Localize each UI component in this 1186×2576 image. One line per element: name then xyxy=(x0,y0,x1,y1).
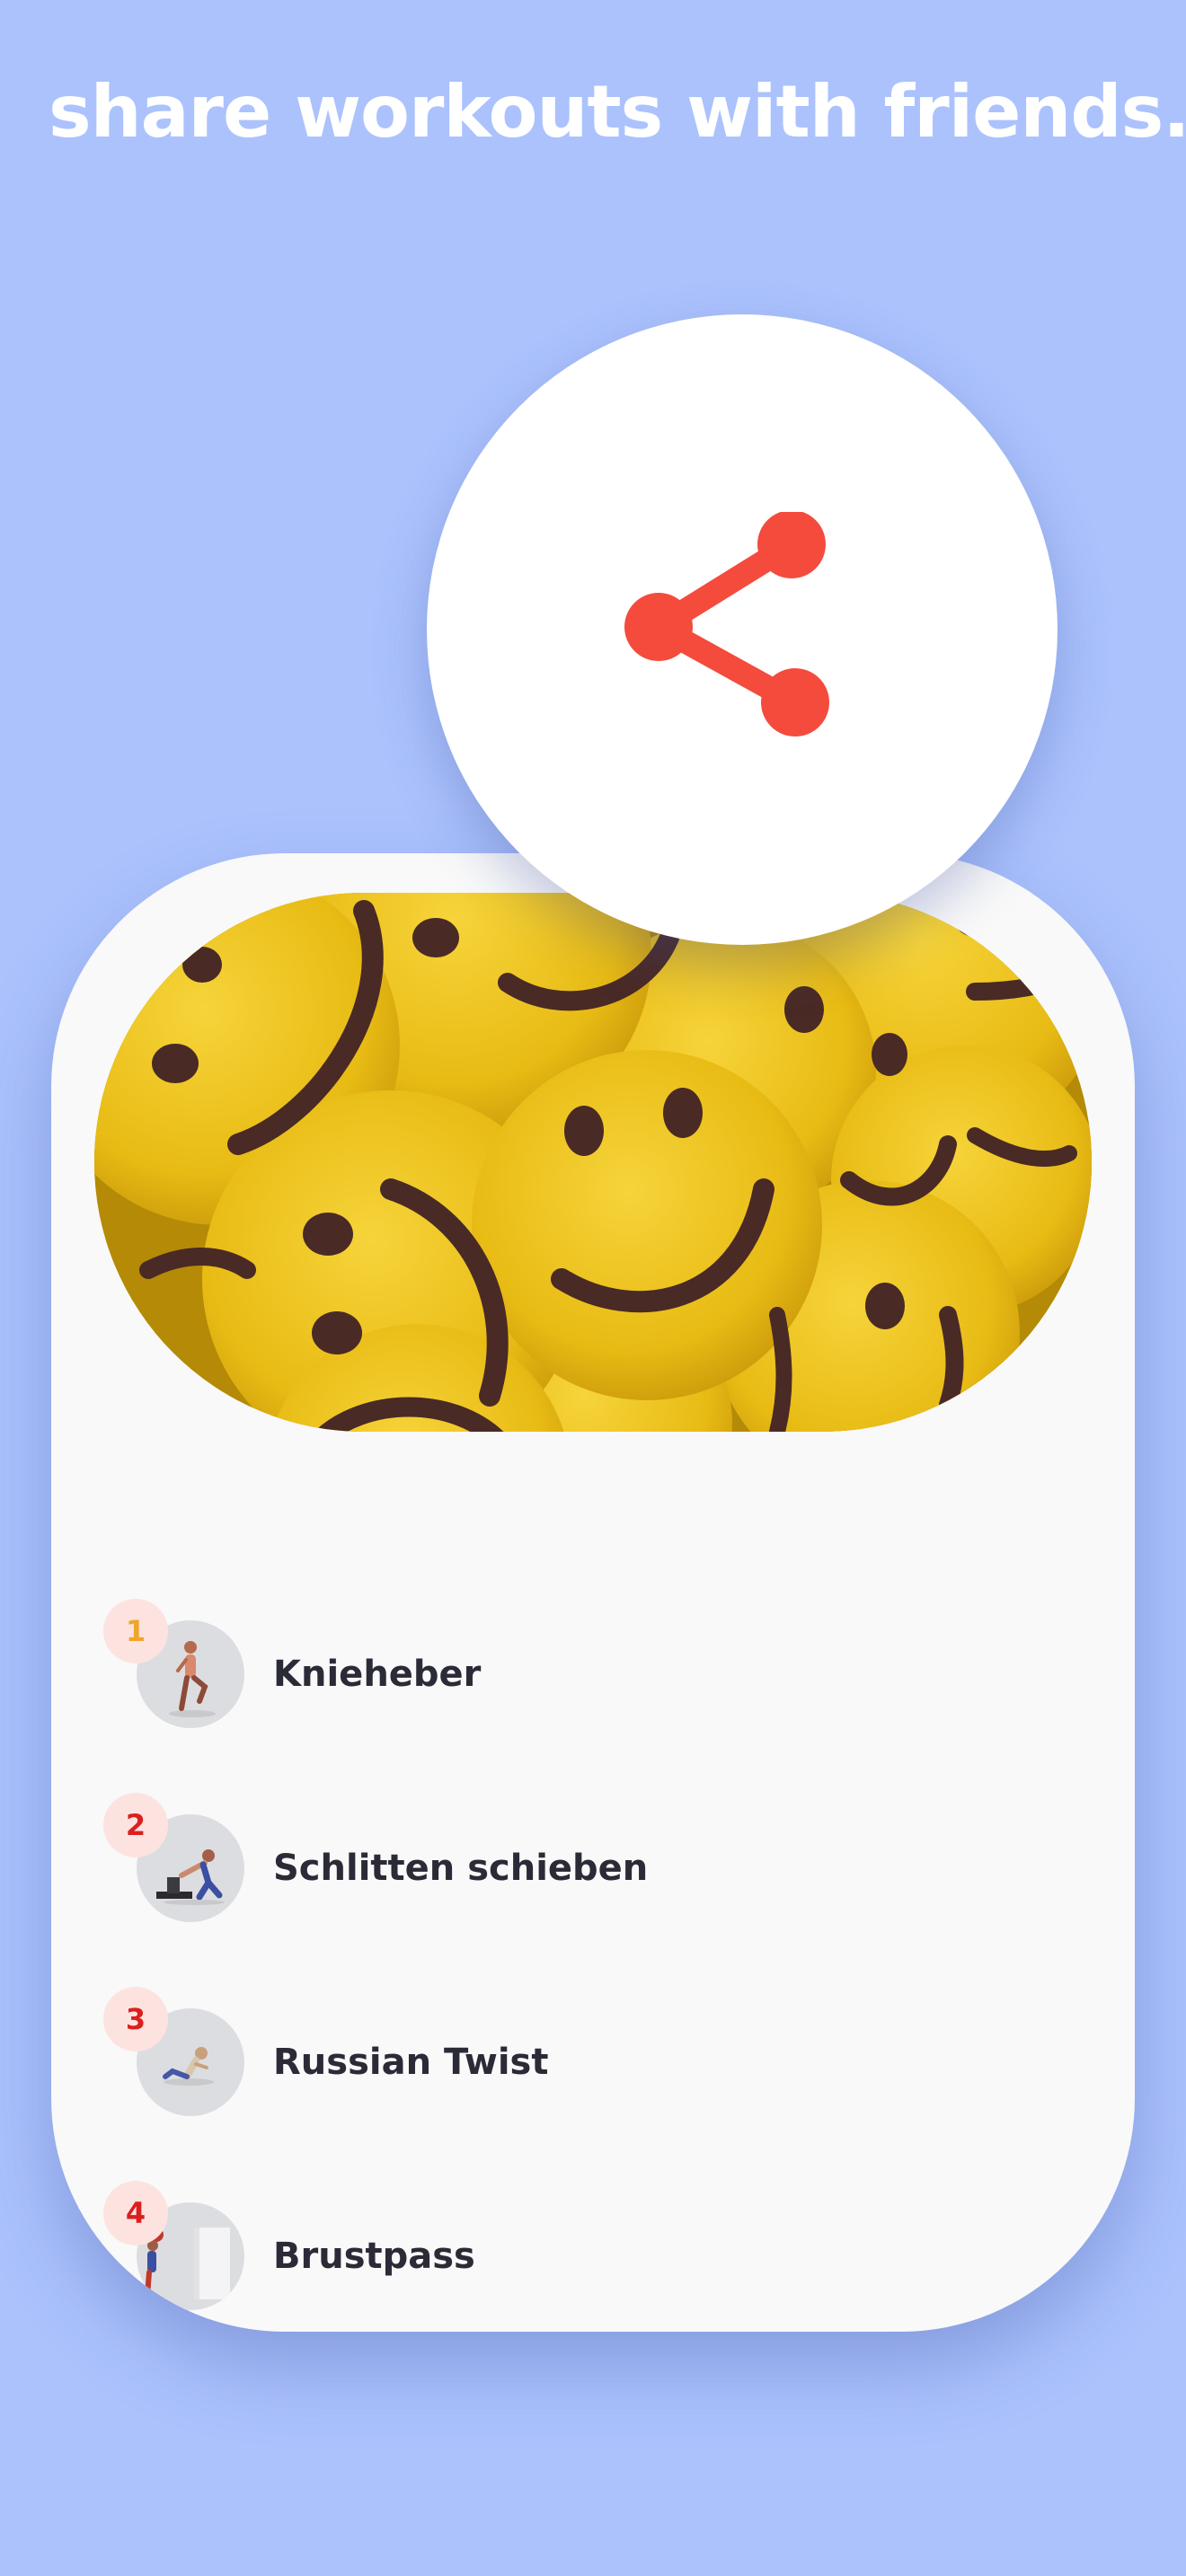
exercise-item-2[interactable]: 2 Schlitten schieben xyxy=(103,1793,1035,1922)
exercise-number: 1 xyxy=(103,1599,168,1663)
exercise-list: 1 Knieheber 2 Schlitten schieben 3 Russi… xyxy=(51,853,1135,2332)
exercise-name: Knieheber xyxy=(273,1654,482,1695)
exercise-item-3[interactable]: 3 Russian Twist xyxy=(103,1987,1035,2116)
exercise-number: 4 xyxy=(103,2181,168,2245)
exercise-number: 3 xyxy=(103,1987,168,2051)
workout-card[interactable]: 1 Knieheber 2 Schlitten schieben 3 Russi… xyxy=(51,853,1135,2332)
headline: share workouts with friends. xyxy=(49,70,1186,154)
exercise-name: Russian Twist xyxy=(273,2042,549,2083)
exercise-item-4[interactable]: 4 Brustpass xyxy=(103,2181,1035,2310)
share-icon xyxy=(624,512,829,737)
exercise-name: Brustpass xyxy=(273,2236,475,2277)
exercise-number: 2 xyxy=(103,1793,168,1857)
exercise-name: Schlitten schieben xyxy=(273,1848,649,1889)
share-button[interactable] xyxy=(427,314,1058,945)
exercise-item-1[interactable]: 1 Knieheber xyxy=(103,1599,1035,1728)
